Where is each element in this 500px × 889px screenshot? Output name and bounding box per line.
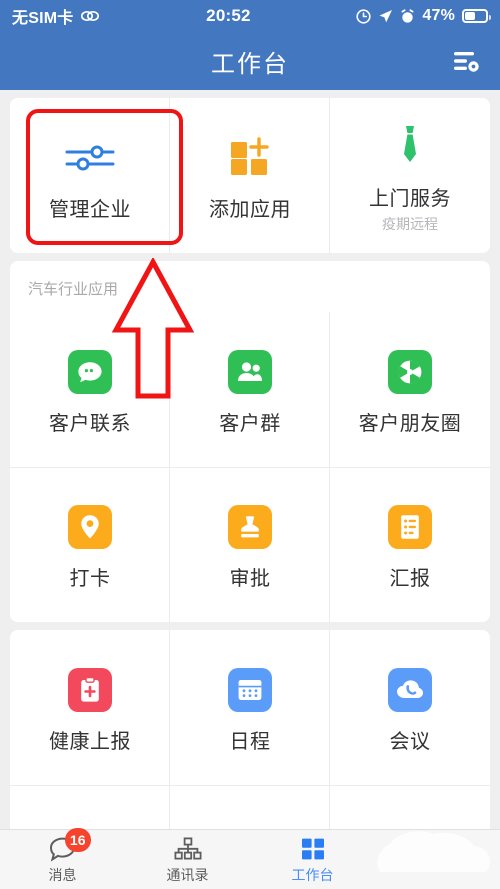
app-icon <box>68 498 112 556</box>
app-approval[interactable]: 审批 <box>170 467 330 622</box>
health-clipboard-icon <box>68 668 112 712</box>
report-document-icon <box>388 505 432 549</box>
tab-contacts[interactable]: 通讯录 <box>125 830 250 889</box>
app-icon <box>68 661 112 719</box>
contacts-org-icon <box>173 834 203 862</box>
bottom-tab-bar: 16 消息 通讯录 工作台 <box>0 828 500 889</box>
shortcut-label: 管理企业 <box>49 199 131 221</box>
shortcut-label: 添加应用 <box>209 199 291 221</box>
app-label: 客户群 <box>219 413 281 435</box>
app-meeting[interactable]: 会议 <box>330 630 490 785</box>
app-cube-box[interactable] <box>330 785 490 829</box>
add-app-grid-plus-icon <box>227 129 273 187</box>
industry-apps-card: 汽车行业应用 客户联系 客户群 客户朋友圈 打卡 审批 汇报 <box>10 261 490 622</box>
app-label: 客户朋友圈 <box>358 413 462 435</box>
shortcut-add-app[interactable]: 添加应用 <box>170 98 330 253</box>
app-label: 日程 <box>229 731 271 753</box>
necktie-icon <box>395 118 425 176</box>
app-label: 审批 <box>229 568 271 590</box>
app-schedule[interactable]: 日程 <box>170 630 330 785</box>
app-customer-group[interactable]: 客户群 <box>170 312 330 467</box>
tab-label: 通讯录 <box>166 867 209 883</box>
tab-messages[interactable]: 16 消息 <box>0 828 125 889</box>
app-report[interactable]: 汇报 <box>330 467 490 622</box>
app-customer-contact[interactable]: 客户联系 <box>10 312 170 467</box>
cloud-call-icon <box>388 668 432 712</box>
tab-label: 消息 <box>48 867 77 883</box>
app-icon <box>228 498 272 556</box>
app-label: 健康上报 <box>49 731 131 753</box>
chat-bubble-icon <box>68 350 112 394</box>
app-word-document[interactable]: W <box>170 785 330 829</box>
message-bubble-icon: 16 <box>49 828 91 862</box>
office-apps-grid: 健康上报 日程 会议 <box>10 630 490 829</box>
carrier-label: 无SIM卡 <box>12 10 74 27</box>
alarm-clock-icon <box>400 8 415 24</box>
page-title: 工作台 <box>211 50 289 78</box>
location-arrow-icon <box>378 9 393 24</box>
top-shortcuts-grid: 管理企业 添加应用 上门服务 疫期远程 <box>10 98 490 253</box>
workbench-grid-icon <box>299 834 327 862</box>
shortcut-onsite-service[interactable]: 上门服务 疫期远程 <box>330 98 490 253</box>
shortcut-manage-enterprise[interactable]: 管理企业 <box>10 98 170 253</box>
group-people-icon <box>228 350 272 394</box>
manage-apps-settings-icon[interactable] <box>446 43 486 79</box>
app-header: 工作台 <box>0 32 500 90</box>
status-bar-clock: 20:52 <box>206 6 251 25</box>
app-label: 会议 <box>389 731 431 753</box>
battery-icon <box>462 9 491 23</box>
battery-fill <box>465 12 476 20</box>
app-health-report[interactable]: 健康上报 <box>10 630 170 785</box>
battery-percent-label: 47% <box>422 7 455 24</box>
tab-label: 工作台 <box>291 867 334 883</box>
link-icon <box>80 9 100 23</box>
calendar-icon <box>228 668 272 712</box>
app-icon <box>228 343 272 401</box>
app-icon <box>388 343 432 401</box>
screen-record-icon <box>356 8 371 24</box>
app-icon <box>68 343 112 401</box>
section-label-industry: 汽车行业应用 <box>28 281 119 298</box>
app-label: 汇报 <box>389 568 431 590</box>
app-customer-moments[interactable]: 客户朋友圈 <box>330 312 490 467</box>
status-bar-right: 47% <box>356 7 491 25</box>
message-badge: 16 <box>64 828 91 852</box>
app-icon <box>388 498 432 556</box>
office-apps-card: 健康上报 日程 会议 <box>10 630 490 829</box>
camera-shutter-icon <box>388 350 432 394</box>
workbench-scroll-area[interactable]: 管理企业 添加应用 上门服务 疫期远程 汽车行业应用 客户联系 客户群 客户朋友… <box>0 90 500 829</box>
tab-obscured[interactable] <box>375 830 500 889</box>
app-label: 打卡 <box>69 568 111 590</box>
app-icon <box>228 661 272 719</box>
location-pin-icon <box>68 505 112 549</box>
shortcut-sublabel: 疫期远程 <box>382 215 438 232</box>
app-check-in[interactable]: 打卡 <box>10 467 170 622</box>
status-bar: 无SIM卡 20:52 47% <box>0 0 500 32</box>
shortcut-label: 上门服务 <box>369 187 451 210</box>
tab-workbench[interactable]: 工作台 <box>250 830 375 889</box>
phone-screen: 无SIM卡 20:52 47% 工作台 管理企业 添加应用 上门服务 疫期远程 … <box>0 0 500 889</box>
sliders-settings-icon <box>64 129 116 187</box>
approval-stamp-icon <box>228 505 272 549</box>
app-label: 客户联系 <box>49 413 131 435</box>
industry-apps-grid: 客户联系 客户群 客户朋友圈 打卡 审批 汇报 <box>10 312 490 622</box>
status-bar-left: 无SIM卡 <box>12 4 100 28</box>
app-phone[interactable] <box>10 785 170 829</box>
top-shortcuts-card: 管理企业 添加应用 上门服务 疫期远程 <box>10 98 490 253</box>
app-icon <box>388 661 432 719</box>
